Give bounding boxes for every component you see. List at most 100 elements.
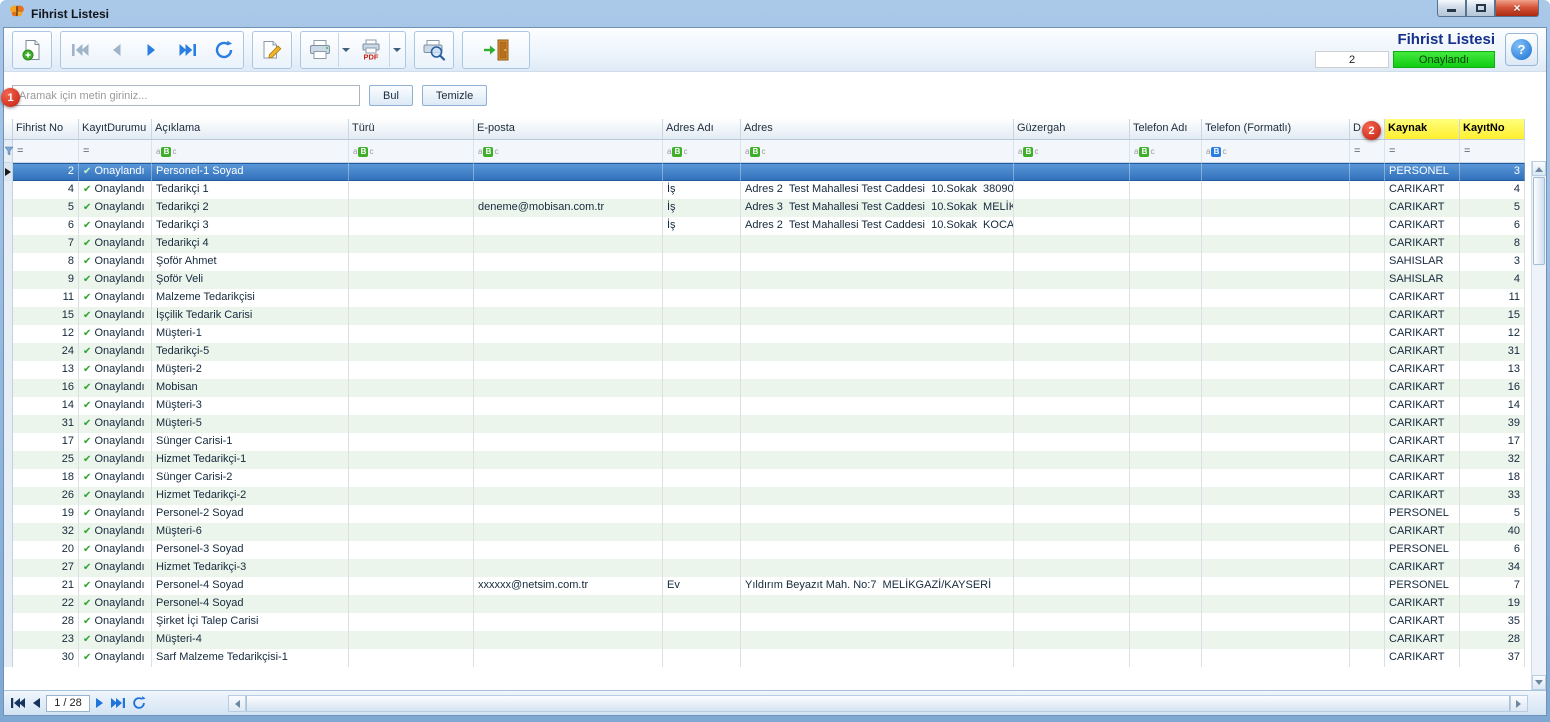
column-header-kayit_no[interactable]: KayıtNo [1460,119,1525,139]
new-record-button[interactable] [14,33,50,67]
filter-funnel-icon[interactable] [4,140,13,162]
filter-aciklama[interactable]: aBc [152,140,349,162]
scroll-down-arrow-icon[interactable] [1532,675,1546,690]
filter-eposta[interactable]: aBc [474,140,663,162]
minimize-button[interactable] [1437,0,1466,17]
cell-aciklama: Tedarikçi-5 [152,343,349,361]
pdf-export-button[interactable]: PDF [353,33,389,67]
filter-turu[interactable]: aBc [349,140,474,162]
first-page-button[interactable] [10,697,26,709]
exit-button[interactable] [464,33,528,67]
filter-telefon_adi[interactable]: aBc [1130,140,1202,162]
table-row[interactable]: 28✔ OnaylandıŞirket İçi Talep CarisiCARI… [4,613,1525,631]
filter-adres_adi[interactable]: aBc [663,140,741,162]
cell-d [1350,397,1385,415]
cell-turu [349,253,474,271]
table-row[interactable]: 16✔ OnaylandıMobisanCARIKART16 [4,379,1525,397]
table-row[interactable]: 19✔ OnaylandıPersonel-2 SoyadPERSONEL5 [4,505,1525,523]
column-header-telefon_adi[interactable]: Telefon Adı [1130,119,1202,139]
table-row[interactable]: 26✔ OnaylandıHizmet Tedarikçi-2CARIKART3… [4,487,1525,505]
hscroll-right-arrow-icon[interactable] [1510,696,1527,711]
cell-guzergah [1014,649,1130,667]
print-button[interactable] [302,33,338,67]
column-header-kayit_durumu[interactable]: KayıtDurumu [79,119,152,139]
first-record-button[interactable] [62,33,98,67]
table-row[interactable]: 11✔ OnaylandıMalzeme TedarikçisiCARIKART… [4,289,1525,307]
scroll-up-arrow-icon[interactable] [1532,161,1546,176]
cell-guzergah [1014,361,1130,379]
table-row[interactable]: 17✔ OnaylandıSünger Carisi-1CARIKART17 [4,433,1525,451]
table-row[interactable]: 30✔ OnaylandıSarf Malzeme Tedarikçisi-1C… [4,649,1525,667]
column-header-guzergah[interactable]: Güzergah [1014,119,1130,139]
refresh-button[interactable] [206,33,242,67]
table-row[interactable]: 7✔ OnaylandıTedarikçi 4CARIKART8 [4,235,1525,253]
cell-kayit_no: 4 [1460,181,1525,199]
column-header-eposta[interactable]: E-posta [474,119,663,139]
filter-kayit_durumu[interactable]: = [79,140,152,162]
vertical-scroll-track[interactable] [1532,266,1546,675]
filter-guzergah[interactable]: aBc [1014,140,1130,162]
cell-telefon_adi [1130,541,1202,559]
cell-aciklama: Hizmet Tedarikçi-3 [152,559,349,577]
table-row[interactable]: 21✔ OnaylandıPersonel-4 Soyadxxxxxx@nets… [4,577,1525,595]
filter-d[interactable]: = [1350,140,1385,162]
vertical-scrollbar[interactable] [1531,161,1546,690]
close-button[interactable]: × [1495,0,1539,17]
table-row[interactable]: 27✔ OnaylandıHizmet Tedarikçi-3CARIKART3… [4,559,1525,577]
table-row[interactable]: 18✔ OnaylandıSünger Carisi-2CARIKART18 [4,469,1525,487]
find-button[interactable]: Bul [369,85,413,106]
table-row[interactable]: 12✔ OnaylandıMüşteri-1CARIKART12 [4,325,1525,343]
filter-adres[interactable]: aBc [741,140,1014,162]
next-record-button[interactable] [134,33,170,67]
table-row[interactable]: 6✔ OnaylandıTedarikçi 3İşAdres 2 Test Ma… [4,217,1525,235]
print-preview-button[interactable] [416,33,452,67]
table-row[interactable]: 32✔ OnaylandıMüşteri-6CARIKART40 [4,523,1525,541]
horizontal-scroll-thumb[interactable] [246,696,1510,711]
table-row[interactable]: 2✔ OnaylandıPersonel-1 SoyadPERSONEL3 [4,163,1525,181]
toolbar-group-exit [462,31,530,69]
prev-page-button[interactable] [31,697,41,709]
last-record-button[interactable] [170,33,206,67]
column-header-aciklama[interactable]: Açıklama [152,119,349,139]
search-input[interactable] [12,85,360,106]
table-row[interactable]: 22✔ OnaylandıPersonel-4 SoyadCARIKART19 [4,595,1525,613]
table-row[interactable]: 24✔ OnaylandıTedarikçi-5CARIKART31 [4,343,1525,361]
column-header-turu[interactable]: Türü [349,119,474,139]
filter-fihrist_no[interactable]: = [13,140,79,162]
cell-eposta: xxxxxx@netsim.com.tr [474,577,663,595]
print-dropdown-arrow[interactable] [338,33,353,67]
table-row[interactable]: 23✔ OnaylandıMüşteri-4CARIKART28 [4,631,1525,649]
filter-kaynak[interactable]: = [1385,140,1460,162]
table-row[interactable]: 25✔ OnaylandıHizmet Tedarikçi-1CARIKART3… [4,451,1525,469]
column-header-adres[interactable]: Adres [741,119,1014,139]
butterfly-app-icon [9,3,25,24]
table-row[interactable]: 14✔ OnaylandıMüşteri-3CARIKART14 [4,397,1525,415]
hscroll-left-arrow-icon[interactable] [229,696,246,711]
vertical-scroll-thumb[interactable] [1533,177,1545,265]
table-row[interactable]: 8✔ OnaylandıŞoför AhmetSAHISLAR3 [4,253,1525,271]
column-header-kaynak[interactable]: Kaynak [1385,119,1460,139]
table-row[interactable]: 15✔ Onaylandıİşçilik Tedarik CarisiCARIK… [4,307,1525,325]
filter-telefon_formatli[interactable]: aBc [1202,140,1350,162]
column-header-telefon_formatli[interactable]: Telefon (Formatlı) [1202,119,1350,139]
pdf-dropdown-arrow[interactable] [389,33,404,67]
clear-button[interactable]: Temizle [422,85,487,106]
table-row[interactable]: 5✔ OnaylandıTedarikçi 2deneme@mobisan.co… [4,199,1525,217]
table-row[interactable]: 13✔ OnaylandıMüşteri-2CARIKART13 [4,361,1525,379]
table-row[interactable]: 20✔ OnaylandıPersonel-3 SoyadPERSONEL6 [4,541,1525,559]
column-header-fihrist_no[interactable]: Fihrist No [13,119,79,139]
column-header-adres_adi[interactable]: Adres Adı [663,119,741,139]
refresh-data-button[interactable] [131,695,147,711]
maximize-button[interactable] [1466,0,1495,17]
table-row[interactable]: 31✔ OnaylandıMüşteri-5CARIKART39 [4,415,1525,433]
table-row[interactable]: 9✔ OnaylandıŞoför VeliSAHISLAR4 [4,271,1525,289]
next-page-button[interactable] [95,697,105,709]
filter-kayit_no[interactable]: = [1460,140,1525,162]
cell-adres [741,559,1014,577]
table-row[interactable]: 4✔ OnaylandıTedarikçi 1İşAdres 2 Test Ma… [4,181,1525,199]
edit-button[interactable] [254,33,290,67]
last-page-button[interactable] [110,697,126,709]
horizontal-scrollbar[interactable] [228,695,1528,712]
previous-record-button[interactable] [98,33,134,67]
help-button[interactable]: ? [1505,33,1538,66]
